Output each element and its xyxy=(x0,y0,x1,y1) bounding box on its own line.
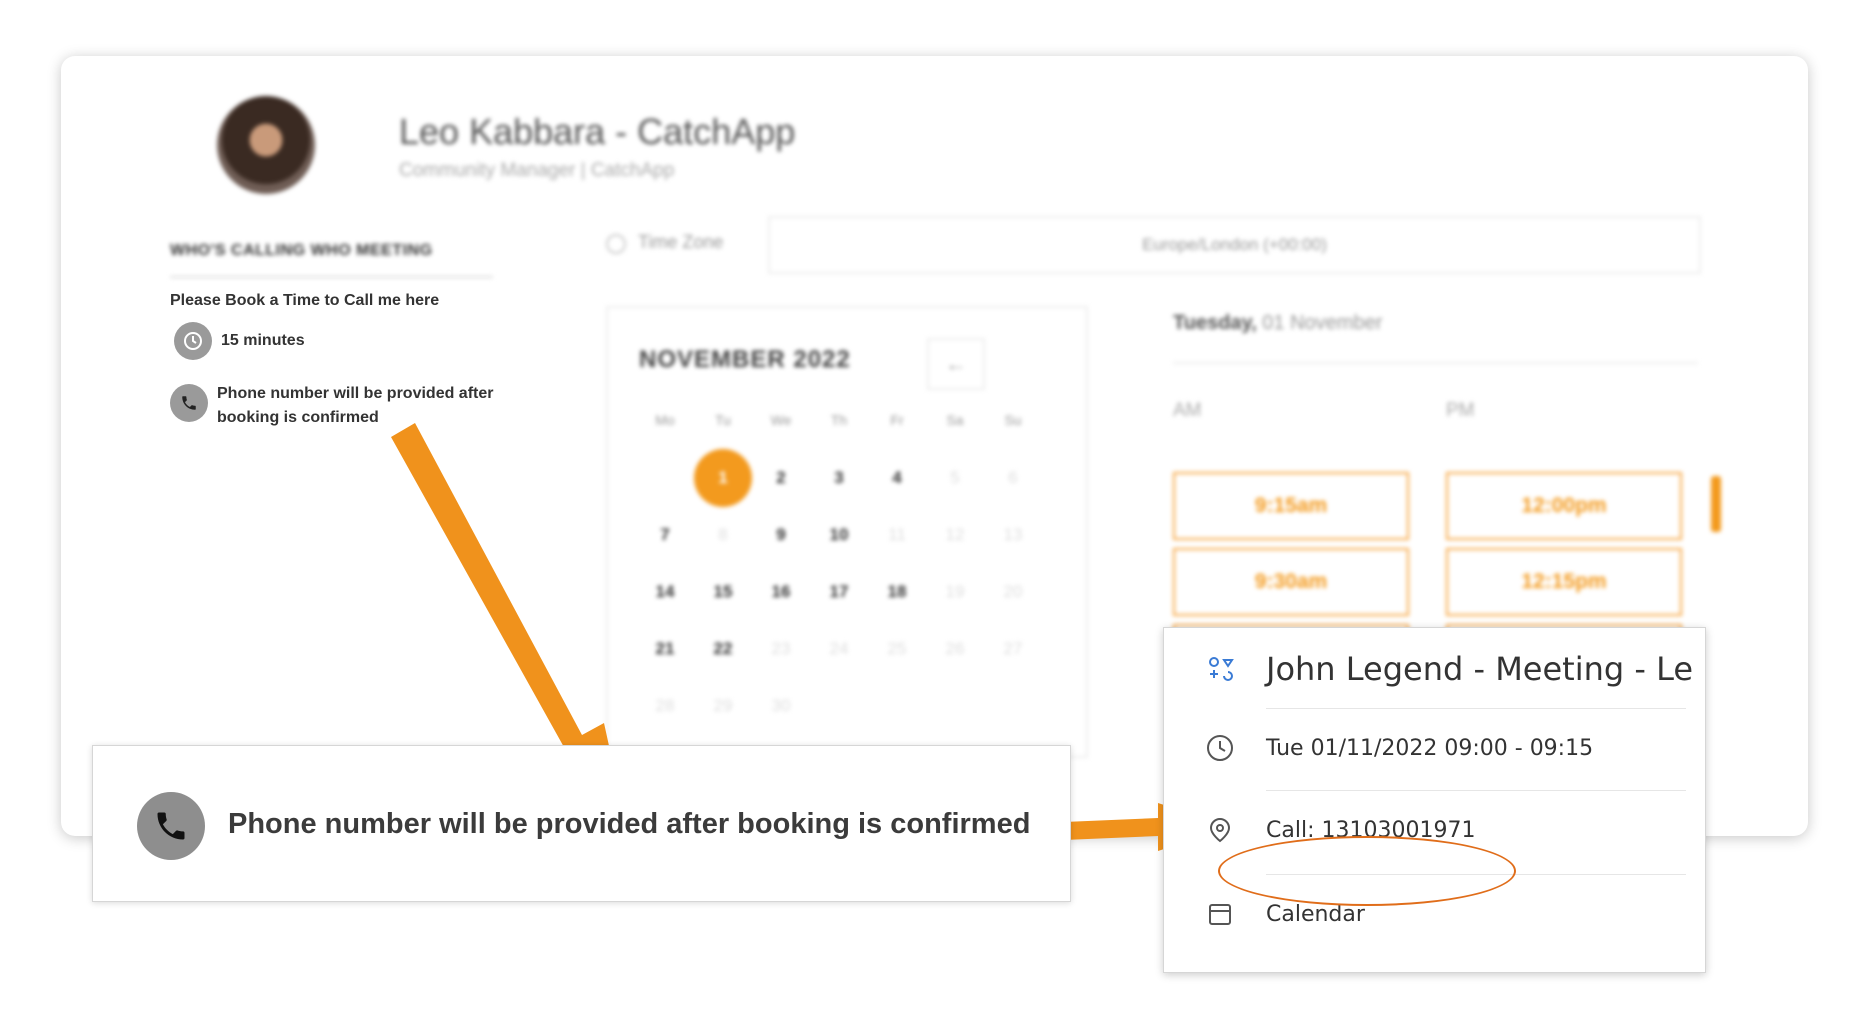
divider xyxy=(1266,790,1686,791)
phone-icon xyxy=(137,792,205,860)
event-datetime: Tue 01/11/2022 09:00 - 09:15 xyxy=(1266,736,1594,761)
callout-text: Phone number will be provided after book… xyxy=(228,808,1031,840)
calendar-icon xyxy=(1206,900,1234,933)
event-title: John Legend - Meeting - Le xyxy=(1266,650,1694,688)
divider xyxy=(1266,708,1686,709)
phone-note-callout: Phone number will be provided after book… xyxy=(92,745,1071,902)
clock-icon xyxy=(1206,734,1234,767)
meeting-type-icon xyxy=(1206,654,1236,689)
highlight-ellipse xyxy=(1218,836,1516,906)
location-pin-icon xyxy=(1206,816,1234,849)
calendar-event-panel: John Legend - Meeting - Le Tue 01/11/202… xyxy=(1163,627,1706,973)
